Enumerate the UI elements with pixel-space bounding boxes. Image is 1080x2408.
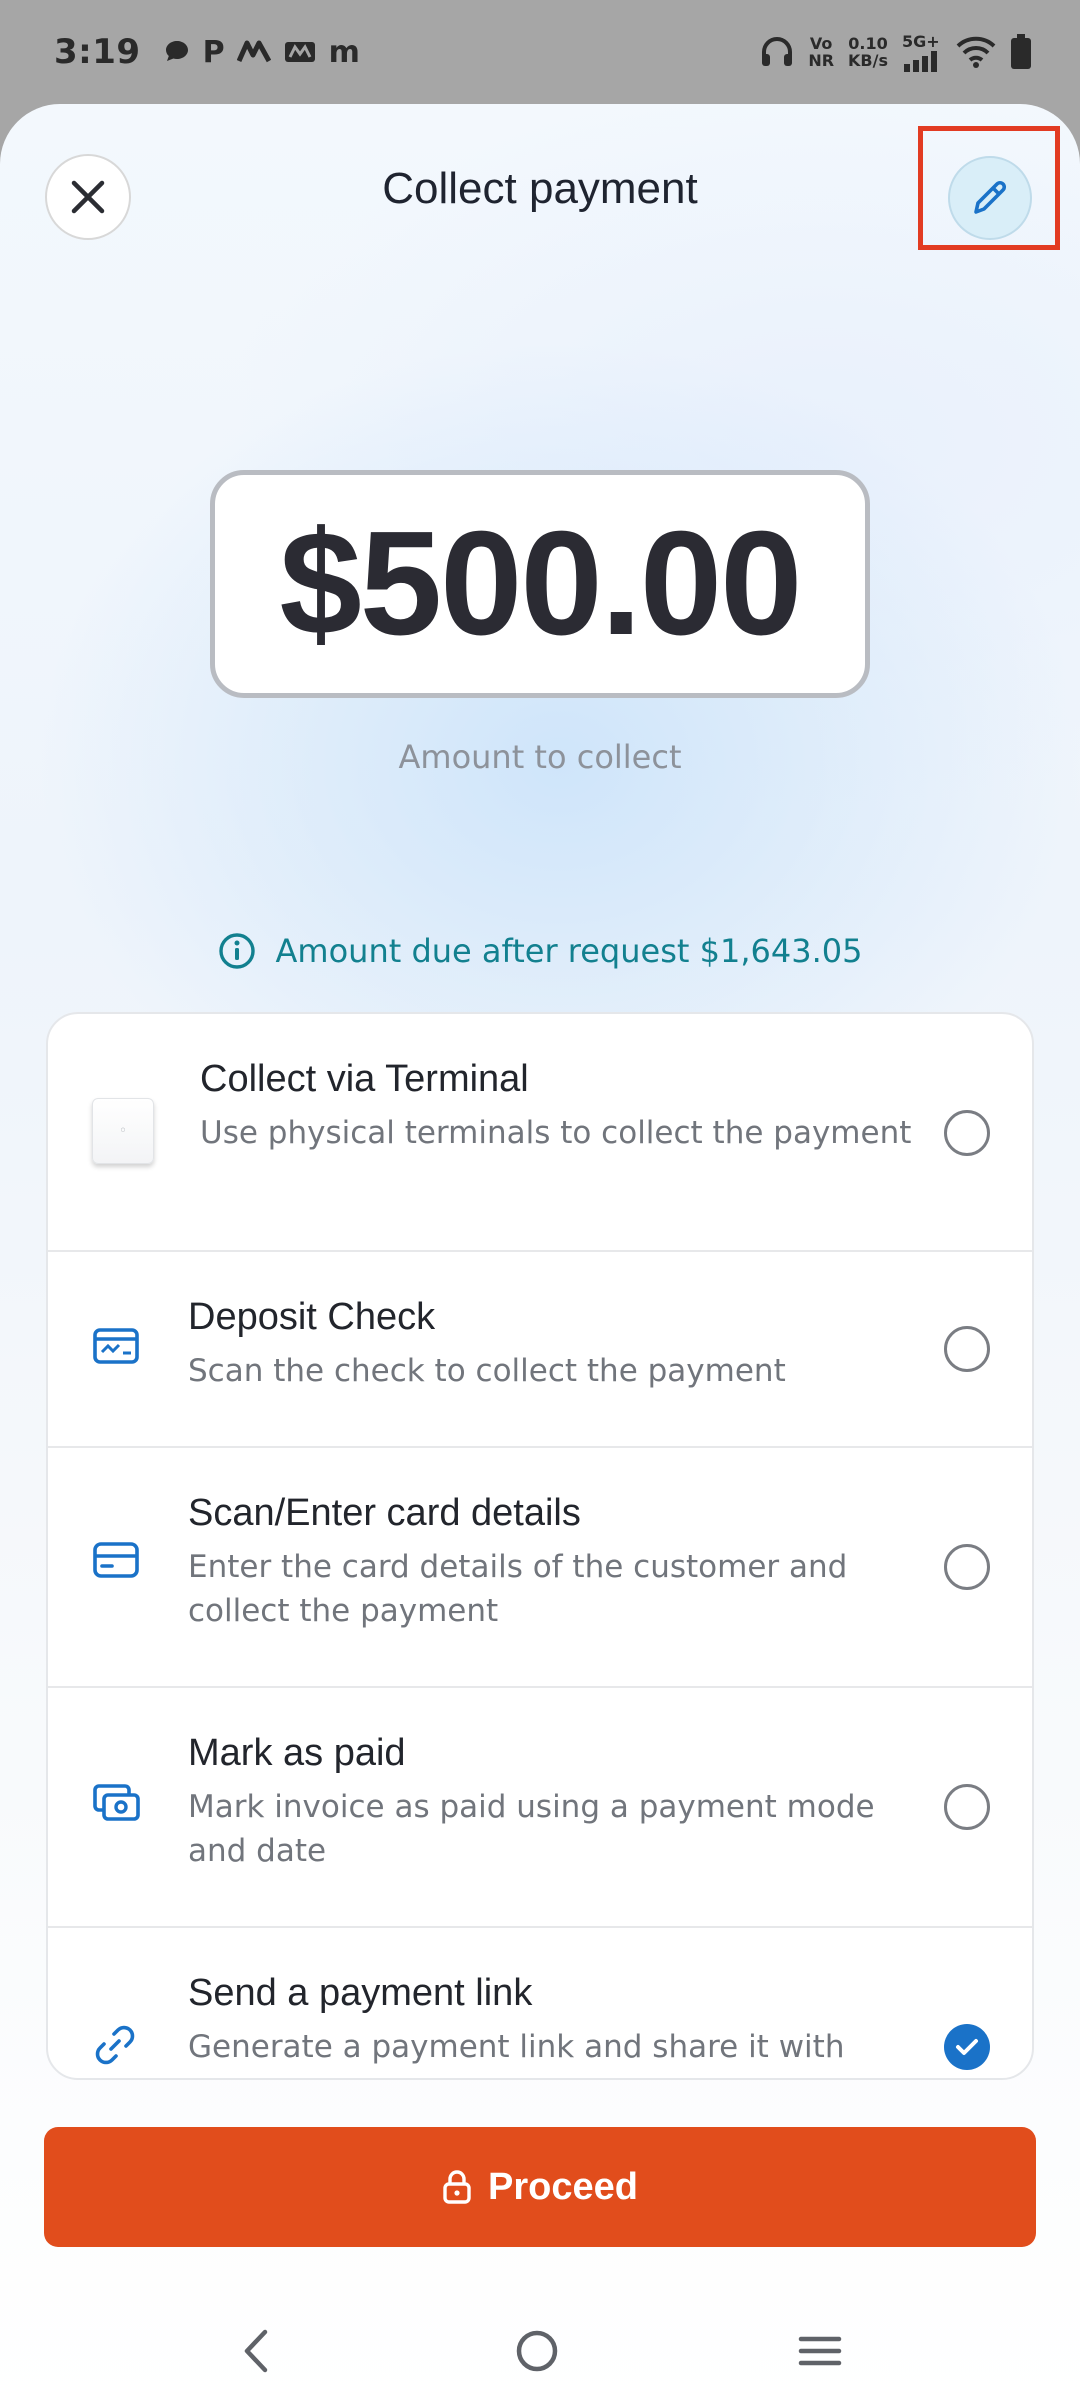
option-send-payment-link[interactable]: Send a payment link Generate a payment l…	[48, 1928, 1032, 2078]
status-app-p: P	[202, 34, 225, 70]
option-text: Mark as paid Mark invoice as paid using …	[188, 1732, 928, 1873]
info-icon	[218, 933, 255, 969]
checkmark-icon	[956, 2039, 978, 2055]
option-title: Scan/Enter card details	[188, 1492, 581, 1534]
option-title: Collect via Terminal	[200, 1058, 529, 1100]
amount-due-info: Amount due after request $1,643.05	[0, 932, 1080, 970]
signal-label: 5G+	[902, 31, 940, 51]
option-text: Collect via Terminal Use physical termin…	[200, 1058, 920, 1155]
option-description: Scan the check to collect the payment	[188, 1353, 786, 1389]
option-mark-as-paid[interactable]: Mark as paid Mark invoice as paid using …	[48, 1688, 1032, 1928]
signal-group: 5G+	[902, 33, 942, 72]
status-app-m: m	[328, 34, 360, 70]
option-text: Deposit Check Scan the check to collect …	[188, 1296, 928, 1393]
menu-icon[interactable]	[797, 2331, 843, 2371]
check-icon	[92, 1326, 140, 1372]
proceed-button[interactable]: Proceed	[44, 2127, 1036, 2247]
option-title: Deposit Check	[188, 1296, 436, 1338]
option-description: Use physical terminals to collect the pa…	[200, 1115, 912, 1151]
edit-button[interactable]	[948, 156, 1032, 240]
app-logo-icon-2	[284, 42, 315, 62]
back-icon[interactable]	[237, 2326, 277, 2376]
battery-icon	[1011, 34, 1031, 69]
option-description: Mark invoice as paid using a payment mod…	[188, 1789, 875, 1869]
option-collect-via-terminal[interactable]: ◦ Collect via Terminal Use physical term…	[48, 1014, 1032, 1252]
amount-due-text: Amount due after request $1,643.05	[275, 932, 863, 970]
system-nav-bar	[0, 2294, 1080, 2408]
volte-line2: NR	[808, 51, 835, 70]
status-bar: 3:19 P m Vo NR 0.10 KB/s 5G+	[0, 0, 1080, 104]
screen: 3:19 P m Vo NR 0.10 KB/s 5G+ Collect pay…	[0, 0, 1080, 2408]
option-text: Send a payment link Generate a payment l…	[188, 1972, 928, 2069]
link-icon	[92, 2022, 138, 2072]
amount-label: Amount to collect	[398, 738, 682, 776]
status-left: 3:19 P m	[54, 32, 360, 72]
amount-input[interactable]: $500.00	[210, 470, 870, 698]
radio-scan-enter-card[interactable]	[944, 1544, 990, 1590]
collect-payment-sheet: Collect payment $500.00 Amount to collec…	[0, 104, 1080, 2408]
status-app-icons: P m	[163, 35, 360, 70]
app-logo-icon	[236, 40, 271, 63]
amount-value: $500.00	[279, 501, 803, 666]
wifi-icon	[956, 36, 996, 68]
radio-mark-as-paid[interactable]	[944, 1784, 990, 1830]
radio-send-payment-link[interactable]	[944, 2024, 990, 2070]
option-description: Generate a payment link and share it wit…	[188, 2029, 845, 2065]
volte-line1: Vo	[809, 34, 833, 53]
status-time: 3:19	[54, 32, 141, 72]
option-title: Mark as paid	[188, 1732, 406, 1774]
option-title: Send a payment link	[188, 1972, 533, 2014]
chat-bubble-icon	[165, 41, 188, 61]
volte-indicator: Vo NR	[808, 35, 834, 69]
option-deposit-check[interactable]: Deposit Check Scan the check to collect …	[48, 1252, 1032, 1448]
option-scan-enter-card[interactable]: Scan/Enter card details Enter the card d…	[48, 1448, 1032, 1688]
lock-icon	[443, 2170, 471, 2204]
proceed-label: Proceed	[488, 2165, 638, 2208]
payment-options-list: ◦ Collect via Terminal Use physical term…	[46, 1012, 1034, 2080]
radio-collect-via-terminal[interactable]	[944, 1110, 990, 1156]
headphones-icon	[762, 37, 793, 66]
network-speed: 0.10 KB/s	[848, 35, 888, 69]
cash-icon	[92, 1782, 142, 1828]
option-description: Enter the card details of the customer a…	[188, 1549, 848, 1629]
speed-unit: KB/s	[848, 51, 888, 70]
home-icon[interactable]	[512, 2326, 562, 2376]
status-right: Vo NR 0.10 KB/s 5G+	[760, 33, 1032, 72]
terminal-icon: ◦	[92, 1098, 154, 1164]
card-icon	[92, 1540, 140, 1584]
signal-icon	[904, 50, 937, 72]
option-text: Scan/Enter card details Enter the card d…	[188, 1492, 928, 1633]
pencil-icon	[974, 180, 1007, 214]
speed-value: 0.10	[848, 34, 888, 53]
radio-deposit-check[interactable]	[944, 1326, 990, 1372]
